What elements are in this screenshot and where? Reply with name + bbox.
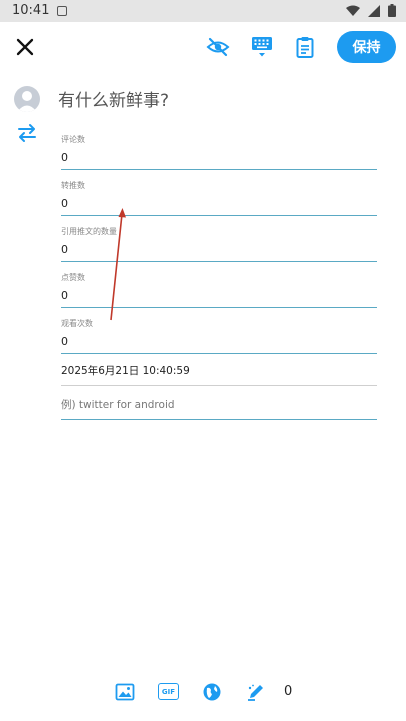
edit-icon[interactable] (246, 682, 266, 702)
keyboard-hide-icon[interactable] (250, 35, 274, 59)
status-icons (346, 4, 396, 17)
field-value[interactable]: 0 (61, 150, 377, 165)
gif-icon[interactable]: GIF (158, 683, 179, 700)
visibility-off-icon[interactable] (206, 35, 230, 59)
swap-account-icon[interactable] (16, 122, 38, 144)
save-button[interactable]: 保持 (337, 31, 396, 63)
clipboard-icon[interactable] (293, 35, 317, 59)
field-value[interactable]: 0 (61, 334, 377, 349)
notification-icon (57, 6, 67, 16)
avatar[interactable] (14, 86, 40, 112)
compose-input[interactable]: 有什么新鲜事? (58, 86, 169, 111)
client-underline (61, 419, 377, 420)
battery-icon (388, 4, 396, 17)
date-field[interactable]: 2025年6月21日 10:40:59 (61, 362, 377, 386)
client-input[interactable]: 例) twitter for android (61, 396, 377, 414)
status-time: 10:41 (12, 3, 50, 18)
signal-icon (368, 4, 380, 17)
date-underline (61, 385, 377, 386)
globe-icon[interactable] (202, 682, 222, 702)
field-underline (61, 169, 377, 170)
bottom-toolbar: GIF 0 (0, 678, 406, 706)
annotation-arrow (110, 208, 126, 321)
status-bar: 10:41 (0, 0, 406, 22)
avatar-person-icon (17, 91, 37, 112)
field-underline (61, 353, 377, 354)
field-label: 评论数 (61, 135, 85, 144)
date-value[interactable]: 2025年6月21日 10:40:59 (61, 362, 377, 380)
field-label: 转推数 (61, 181, 85, 190)
wifi-icon (346, 5, 360, 16)
close-icon[interactable] (13, 35, 37, 59)
image-icon[interactable] (115, 682, 135, 702)
top-toolbar: 保持 (0, 22, 406, 74)
post-count: 0 (284, 684, 293, 699)
client-field[interactable]: 例) twitter for android (61, 396, 377, 420)
reply-count-field[interactable]: 评论数 0 (61, 134, 377, 170)
